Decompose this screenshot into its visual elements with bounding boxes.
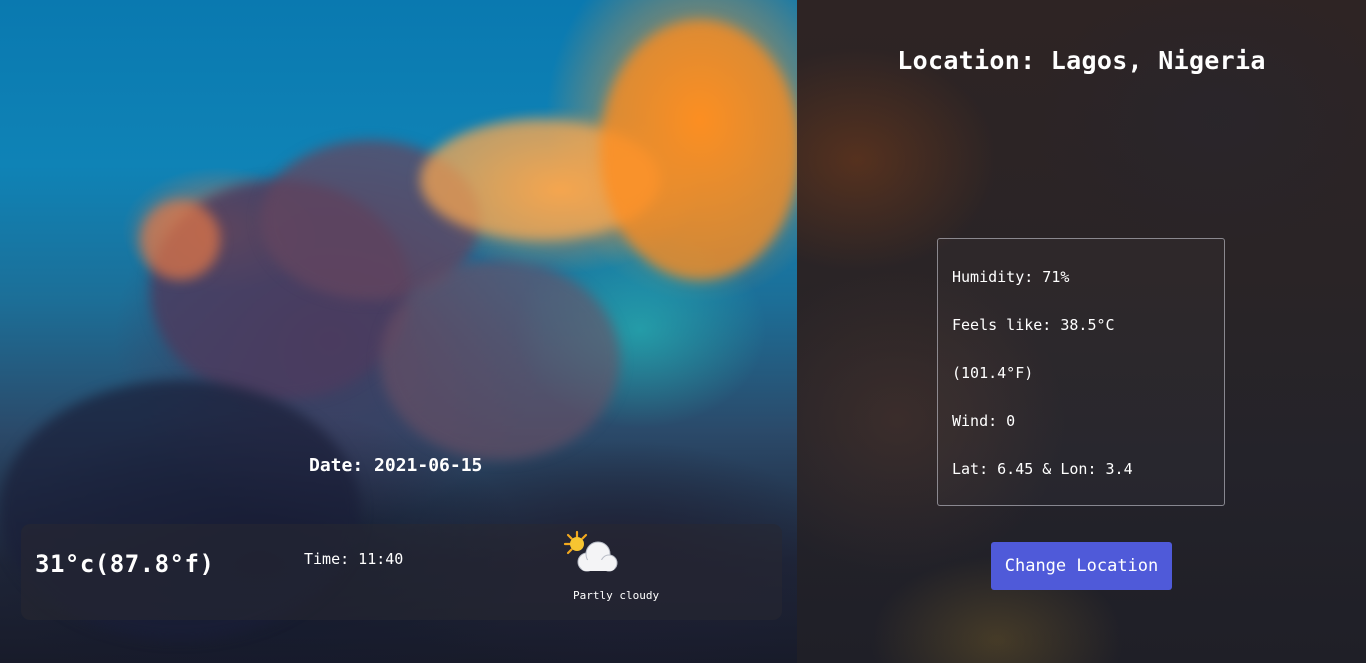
- location-title: Location: Lagos, Nigeria: [897, 46, 1266, 75]
- weather-app: Date: 2021-06-15 31°c(87.8°f) Time: 11:4…: [0, 0, 1366, 663]
- sky-background: Date: 2021-06-15 31°c(87.8°f) Time: 11:4…: [0, 0, 797, 663]
- partly-cloudy-icon: [563, 530, 618, 572]
- change-location-button[interactable]: Change Location: [991, 542, 1172, 590]
- cloud-shape: [140, 200, 220, 280]
- details-panel: Location: Lagos, Nigeria Humidity: 71% F…: [797, 0, 1366, 663]
- cloud-shape: [600, 20, 797, 280]
- current-weather-bar: 31°c(87.8°f) Time: 11:40 Partly cloudy: [21, 524, 782, 620]
- cloud-shape: [380, 260, 620, 460]
- date-label: Date: 2021-06-15: [309, 455, 483, 476]
- feels-like-value: Feels like: 38.5°C: [952, 316, 1115, 334]
- details-card: Humidity: 71% Feels like: 38.5°C (101.4°…: [937, 238, 1225, 506]
- wind-value: Wind: 0: [952, 412, 1016, 430]
- humidity-value: Humidity: 71%: [952, 268, 1070, 286]
- time-label: Time: 11:40: [304, 550, 404, 568]
- coordinates-value: Lat: 6.45 & Lon: 3.4: [952, 460, 1133, 478]
- temperature-value: 31°c(87.8°f): [35, 550, 215, 578]
- feels-like-fahrenheit: (101.4°F): [952, 364, 1034, 382]
- condition-text: Partly cloudy: [573, 589, 660, 602]
